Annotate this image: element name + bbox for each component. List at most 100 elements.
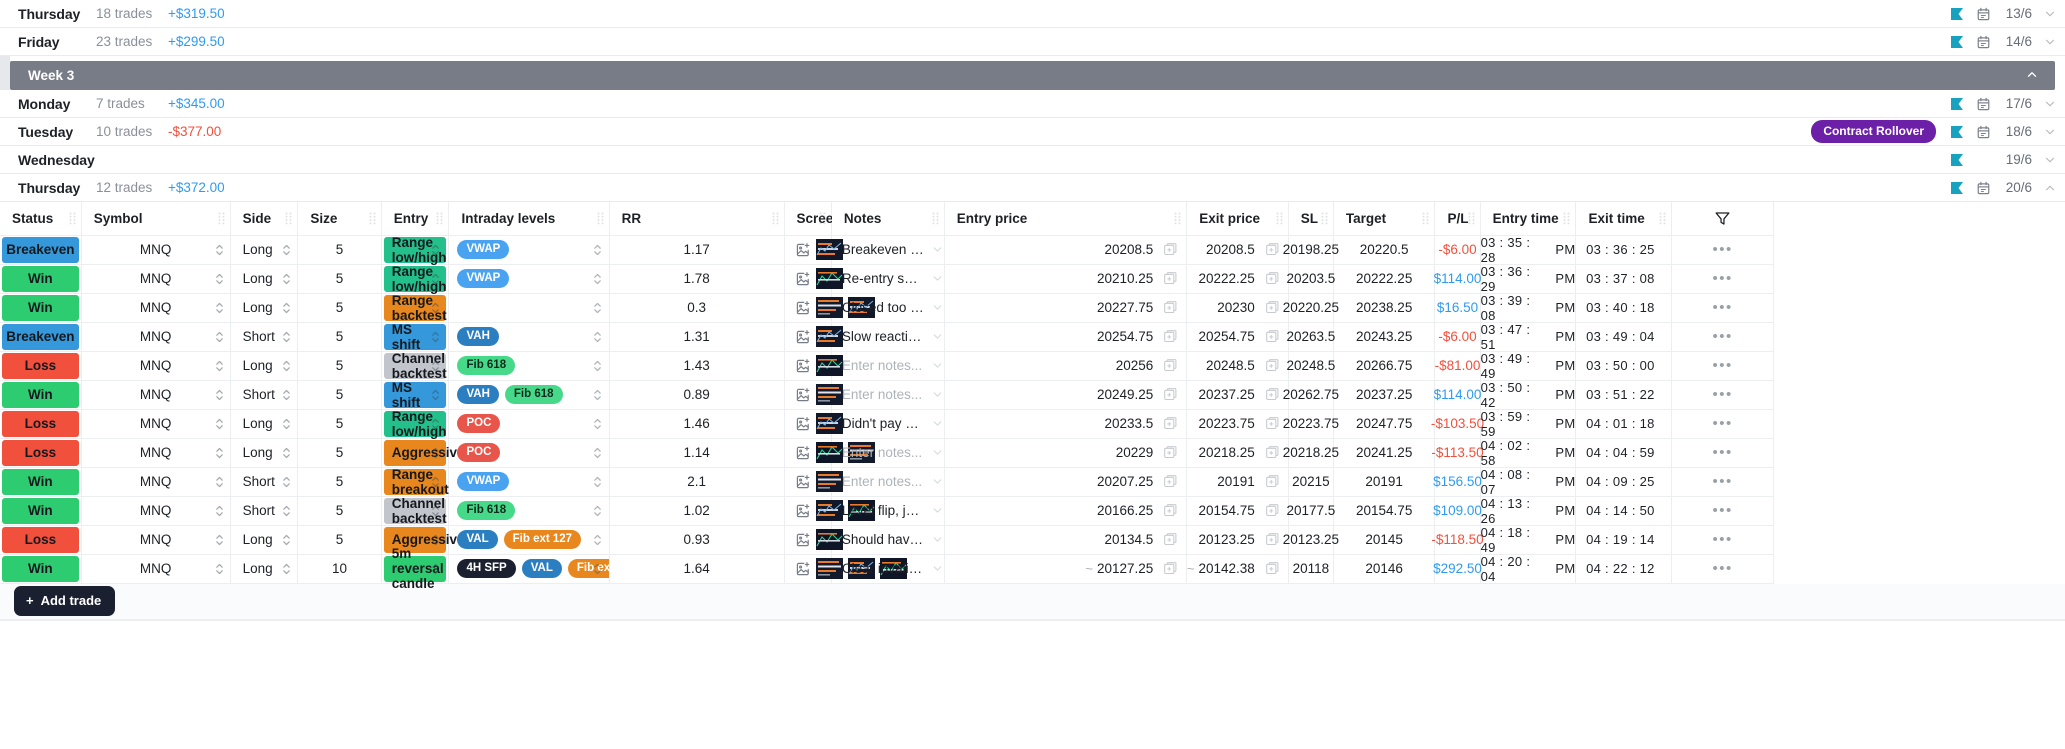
sl-value[interactable]: 20248.5 <box>1286 358 1335 373</box>
cell-side[interactable]: Short <box>230 467 298 496</box>
entry-time-ampm[interactable]: PM <box>1555 532 1575 547</box>
cell-rr[interactable]: 1.78 <box>609 264 784 293</box>
calendar-icon[interactable] <box>1976 34 1991 50</box>
cell-intraday-levels[interactable]: 4H SFPVALFib ext 127 <box>449 554 609 583</box>
column-header-notes[interactable]: Notes <box>831 202 944 235</box>
status-badge[interactable]: Win <box>2 295 79 321</box>
cell-exit-price[interactable]: ~20142.38 <box>1187 554 1289 583</box>
cell-notes[interactable]: Should have waited for confirmation <box>831 525 944 554</box>
row-menu-icon[interactable]: ••• <box>1672 497 1773 525</box>
add-screenshot-icon[interactable] <box>795 532 811 548</box>
cell-intraday-levels[interactable]: VWAP <box>449 264 609 293</box>
entry-tag[interactable]: Range low/high <box>384 237 447 263</box>
cell-notes[interactable]: Breakeven attempt. TP frontrun. <box>831 235 944 264</box>
cell-entry-price[interactable]: 20254.75 <box>944 322 1187 351</box>
cell-size[interactable]: 5 <box>298 351 381 380</box>
exit-price-value[interactable]: 20254.75 <box>1198 329 1254 344</box>
levels-stepper-icon[interactable] <box>593 243 602 256</box>
copy-value-icon[interactable] <box>1265 445 1280 460</box>
cell-entry-price[interactable]: 20256 <box>944 351 1187 380</box>
entry-time-ampm[interactable]: PM <box>1555 300 1575 315</box>
cell-row-menu[interactable]: ••• <box>1672 554 1774 583</box>
cell-size[interactable]: 5 <box>298 496 381 525</box>
entry-time-value[interactable]: 04 : 08 : 07 <box>1481 467 1549 497</box>
cell-exit-time[interactable]: 03 : 49 : 04 <box>1576 322 1672 351</box>
cell-exit-price[interactable]: 20237.25 <box>1187 380 1289 409</box>
sl-value[interactable]: 20218.25 <box>1283 445 1339 460</box>
note-text[interactable]: Enter notes... <box>842 387 925 402</box>
copy-value-icon[interactable] <box>1265 271 1280 286</box>
sl-value[interactable]: 20177.5 <box>1286 503 1335 518</box>
column-header-screenshots[interactable]: Screenshots <box>784 202 831 235</box>
cell-entry-price[interactable]: ~20127.25 <box>944 554 1187 583</box>
cell-screenshots[interactable] <box>784 467 831 496</box>
cell-entry-price[interactable]: 20229 <box>944 438 1187 467</box>
cell-target[interactable]: 20247.75 <box>1333 409 1435 438</box>
chevron-down-icon[interactable] <box>2043 97 2057 111</box>
copy-value-icon[interactable] <box>1163 503 1178 518</box>
note-text[interactable]: Level flip, joined momentum. Rang … <box>842 503 925 518</box>
entry-time-ampm[interactable]: PM <box>1555 416 1575 431</box>
add-screenshot-icon[interactable] <box>795 242 811 258</box>
exit-time-value[interactable]: 04 : 04 : 59 <box>1586 445 1655 460</box>
cell-size[interactable]: 5 <box>298 380 381 409</box>
cell-row-menu[interactable]: ••• <box>1672 235 1774 264</box>
cell-status[interactable]: Win <box>0 380 81 409</box>
cell-status[interactable]: Win <box>0 293 81 322</box>
cell-size[interactable]: 5 <box>298 322 381 351</box>
row-menu-icon[interactable]: ••• <box>1672 410 1773 438</box>
sl-value[interactable]: 20203.5 <box>1286 271 1335 286</box>
cell-row-menu[interactable]: ••• <box>1672 525 1774 554</box>
symbol-stepper-icon[interactable] <box>215 301 224 314</box>
copy-value-icon[interactable] <box>1163 358 1178 373</box>
exit-time-value[interactable]: 03 : 51 : 22 <box>1586 387 1655 402</box>
status-badge[interactable]: Win <box>2 556 79 582</box>
cell-entry[interactable]: Range low/high <box>381 409 449 438</box>
entry-price-value[interactable]: 20134.5 <box>1104 532 1153 547</box>
cell-entry-price[interactable]: 20166.25 <box>944 496 1187 525</box>
column-drag-handle[interactable] <box>69 212 76 224</box>
copy-value-icon[interactable] <box>1163 561 1178 576</box>
day-summary-row[interactable]: Thursday12 trades+$372.0020/6 <box>0 174 2065 202</box>
cell-exit-time[interactable]: 04 : 14 : 50 <box>1576 496 1672 525</box>
cell-symbol[interactable]: MNQ <box>81 467 230 496</box>
note-text[interactable]: Should have waited for confirmation <box>842 532 925 547</box>
entry-stepper-icon[interactable] <box>431 446 440 459</box>
exit-time-value[interactable]: 04 : 22 : 12 <box>1586 561 1655 576</box>
row-menu-icon[interactable]: ••• <box>1672 236 1773 264</box>
cell-size[interactable]: 5 <box>298 438 381 467</box>
cell-intraday-levels[interactable]: POC <box>449 409 609 438</box>
target-value[interactable]: 20222.25 <box>1356 271 1412 286</box>
cell-status[interactable]: Win <box>0 264 81 293</box>
cell-symbol[interactable]: MNQ <box>81 351 230 380</box>
cell-notes[interactable]: Enter notes... <box>831 467 944 496</box>
cell-rr[interactable]: 1.02 <box>609 496 784 525</box>
cell-exit-time[interactable]: 04 : 01 : 18 <box>1576 409 1672 438</box>
status-badge[interactable]: Win <box>2 266 79 292</box>
copy-value-icon[interactable] <box>1163 532 1178 547</box>
cell-row-menu[interactable]: ••• <box>1672 351 1774 380</box>
cell-size[interactable]: 5 <box>298 525 381 554</box>
entry-time-ampm[interactable]: PM <box>1555 445 1575 460</box>
cell-side[interactable]: Short <box>230 322 298 351</box>
day-summary-row[interactable]: Wednesday19/6 <box>0 146 2065 174</box>
filter-button[interactable] <box>1672 202 1774 235</box>
cell-entry[interactable]: MS shift <box>381 380 449 409</box>
note-expand-icon[interactable] <box>931 446 944 459</box>
copy-value-icon[interactable] <box>1163 416 1178 431</box>
copy-value-icon[interactable] <box>1265 474 1280 489</box>
entry-time-ampm[interactable]: PM <box>1555 474 1575 489</box>
entry-stepper-icon[interactable] <box>431 388 440 401</box>
column-header-rr[interactable]: RR <box>609 202 784 235</box>
entry-price-value[interactable]: 20210.25 <box>1097 271 1153 286</box>
entry-stepper-icon[interactable] <box>431 243 440 256</box>
cell-symbol[interactable]: MNQ <box>81 235 230 264</box>
cell-exit-time[interactable]: 03 : 51 : 22 <box>1576 380 1672 409</box>
cell-symbol[interactable]: MNQ <box>81 496 230 525</box>
cell-row-menu[interactable]: ••• <box>1672 293 1774 322</box>
flag-icon[interactable] <box>1949 34 1965 50</box>
column-header-levels[interactable]: Intraday levels <box>449 202 609 235</box>
entry-tag[interactable]: Range backtest <box>384 295 447 321</box>
column-header-target[interactable]: Target <box>1333 202 1435 235</box>
entry-time-value[interactable]: 04 : 20 : 04 <box>1481 554 1549 584</box>
